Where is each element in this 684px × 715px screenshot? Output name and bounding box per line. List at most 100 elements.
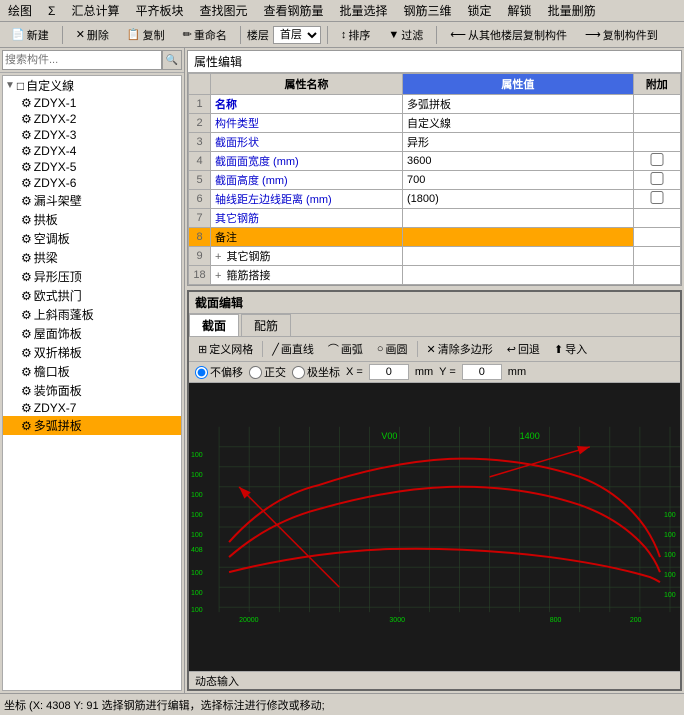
prop-value[interactable]: [403, 228, 634, 247]
prop-extra-checkbox[interactable]: [638, 153, 676, 166]
tree-item-label: 上斜雨蓬板: [34, 306, 94, 323]
coord-mode-no-offset[interactable]: 不偏移: [195, 364, 243, 380]
coord-radio-no-offset[interactable]: [195, 366, 208, 379]
prop-name: 其它钢筋: [211, 209, 403, 228]
prop-name[interactable]: + 箍筋搭接: [211, 266, 403, 285]
tree-item[interactable]: ⚙ 装饰面板: [3, 381, 181, 400]
tree-item[interactable]: ⚙ ZDYX-2: [3, 111, 181, 127]
menu-rebar-3d[interactable]: 钢筋三维: [400, 2, 456, 19]
prop-name: 截面形状: [211, 133, 403, 152]
prop-value-input[interactable]: [407, 98, 629, 110]
copy-button[interactable]: 📋 复制: [120, 24, 172, 46]
undo-button[interactable]: ↩ 回退: [502, 339, 545, 359]
gear-icon: ⚙: [21, 128, 32, 142]
prop-extra-checkbox[interactable]: [638, 191, 676, 204]
clear-polygon-button[interactable]: ✕ 清除多边形: [422, 339, 498, 359]
prop-value[interactable]: [403, 152, 634, 171]
menu-sigma[interactable]: Σ: [44, 4, 59, 18]
coord-radio-polar[interactable]: [292, 366, 305, 379]
tree-item[interactable]: ⚙ ZDYX-1: [3, 95, 181, 111]
tree-item[interactable]: ⚙ 上斜雨蓬板: [3, 305, 181, 324]
y-input[interactable]: [462, 364, 502, 380]
tree-root[interactable]: ▼ □ 自定义線: [3, 76, 181, 95]
copy-from-button[interactable]: ⟵ 从其他楼层复制构件: [443, 24, 574, 46]
draw-circle-button[interactable]: ○ 画圆: [372, 339, 413, 359]
tree-item[interactable]: ⚙ 檐口板: [3, 362, 181, 381]
coord-mode-ortho[interactable]: 正交: [249, 364, 286, 380]
prop-extra-checkbox[interactable]: [638, 172, 676, 185]
prop-value-input[interactable]: [407, 155, 629, 167]
prop-extra: [633, 133, 680, 152]
prop-value: 异形: [403, 133, 634, 152]
menu-lock[interactable]: 锁定: [464, 2, 496, 19]
prop-extra[interactable]: [633, 171, 680, 190]
menu-summary[interactable]: 汇总计算: [67, 2, 123, 19]
tree-item[interactable]: ⚙ 拱板: [3, 210, 181, 229]
prop-extra[interactable]: [633, 190, 680, 209]
filter-button[interactable]: ▼ 过滤: [381, 24, 430, 46]
expand-icon[interactable]: +: [215, 251, 221, 263]
tree-item-selected[interactable]: ⚙ 多弧拼板: [3, 416, 181, 435]
circle-icon: ○: [377, 343, 384, 355]
tree-item[interactable]: ⚙ 漏斗架壁: [3, 191, 181, 210]
tree-item[interactable]: ⚙ 空调板: [3, 229, 181, 248]
prop-value-input[interactable]: [407, 174, 629, 186]
sep: [417, 341, 418, 357]
tree-item[interactable]: ⚙ 屋面饰板: [3, 324, 181, 343]
prop-name[interactable]: + 其它钢筋: [211, 247, 403, 266]
draw-line-button[interactable]: ╱ 画直线: [267, 339, 319, 359]
search-input[interactable]: [2, 50, 162, 70]
prop-value[interactable]: [403, 171, 634, 190]
prop-row: 5 截面高度 (mm): [189, 171, 681, 190]
prop-value[interactable]: [403, 95, 634, 114]
sort-button[interactable]: ↕ 排序: [334, 24, 378, 46]
section-editor-title-text: 截面编辑: [195, 294, 243, 311]
canvas-area[interactable]: V00 1400 100 100 100 100 100 408 100 100…: [189, 383, 680, 671]
menu-unlock[interactable]: 解锁: [504, 2, 536, 19]
tree-item[interactable]: ⚙ ZDYX-7: [3, 400, 181, 416]
import-label: 导入: [565, 341, 587, 357]
coord-radio-ortho[interactable]: [249, 366, 262, 379]
menu-align[interactable]: 平齐板块: [131, 2, 187, 19]
prop-extra[interactable]: [633, 152, 680, 171]
tree-item-label: ZDYX-7: [34, 401, 77, 415]
new-button[interactable]: 📄 新建: [4, 24, 56, 46]
copy-to-button[interactable]: ⟶ 复制构件到: [578, 24, 665, 46]
import-button[interactable]: ⬆ 导入: [549, 339, 592, 359]
svg-text:100: 100: [191, 512, 203, 519]
tree-item[interactable]: ⚙ ZDYX-4: [3, 143, 181, 159]
draw-arc-button[interactable]: ⌒ 画弧: [323, 339, 368, 359]
prop-row: 7 其它钢筋: [189, 209, 681, 228]
tree-item[interactable]: ⚙ ZDYX-3: [3, 127, 181, 143]
define-grid-button[interactable]: ⊞ 定义网格: [193, 339, 258, 359]
coord-mode-polar[interactable]: 极坐标: [292, 364, 340, 380]
canvas-svg: V00 1400 100 100 100 100 100 408 100 100…: [189, 383, 680, 671]
menu-batch-delete[interactable]: 批量删筋: [544, 2, 600, 19]
tree-item[interactable]: ⚙ 欧式拱门: [3, 286, 181, 305]
prop-value-input[interactable]: [407, 231, 629, 243]
gear-icon: ⚙: [21, 112, 32, 126]
svg-text:100: 100: [191, 452, 203, 459]
menu-find[interactable]: 查找图元: [195, 2, 251, 19]
rename-button[interactable]: ✏ 重命名: [176, 24, 234, 46]
tab-section[interactable]: 截面: [189, 314, 239, 336]
menu-view-rebar[interactable]: 查看钢筋量: [259, 2, 327, 19]
menu-batch-select[interactable]: 批量选择: [336, 2, 392, 19]
tree-item[interactable]: ⚙ 拱梁: [3, 248, 181, 267]
layer-select[interactable]: 首层: [273, 26, 321, 44]
tree-item[interactable]: ⚙ 异形压顶: [3, 267, 181, 286]
tree-item[interactable]: ⚙ 双折梯板: [3, 343, 181, 362]
menu-draw[interactable]: 绘图: [4, 2, 36, 19]
search-bar: 🔍: [0, 48, 184, 73]
delete-button[interactable]: ✕ 删除: [69, 24, 116, 46]
search-button[interactable]: 🔍: [162, 50, 182, 70]
x-input[interactable]: [369, 364, 409, 380]
y-unit: mm: [508, 366, 526, 378]
gear-icon: ⚙: [21, 289, 32, 303]
tree-item[interactable]: ⚙ ZDYX-6: [3, 175, 181, 191]
tab-rebar[interactable]: 配筋: [241, 314, 291, 336]
expand-icon[interactable]: +: [215, 270, 221, 282]
tree-item-label: 漏斗架壁: [34, 192, 82, 209]
tree-item[interactable]: ⚙ ZDYX-5: [3, 159, 181, 175]
prop-value: 自定义線: [403, 114, 634, 133]
